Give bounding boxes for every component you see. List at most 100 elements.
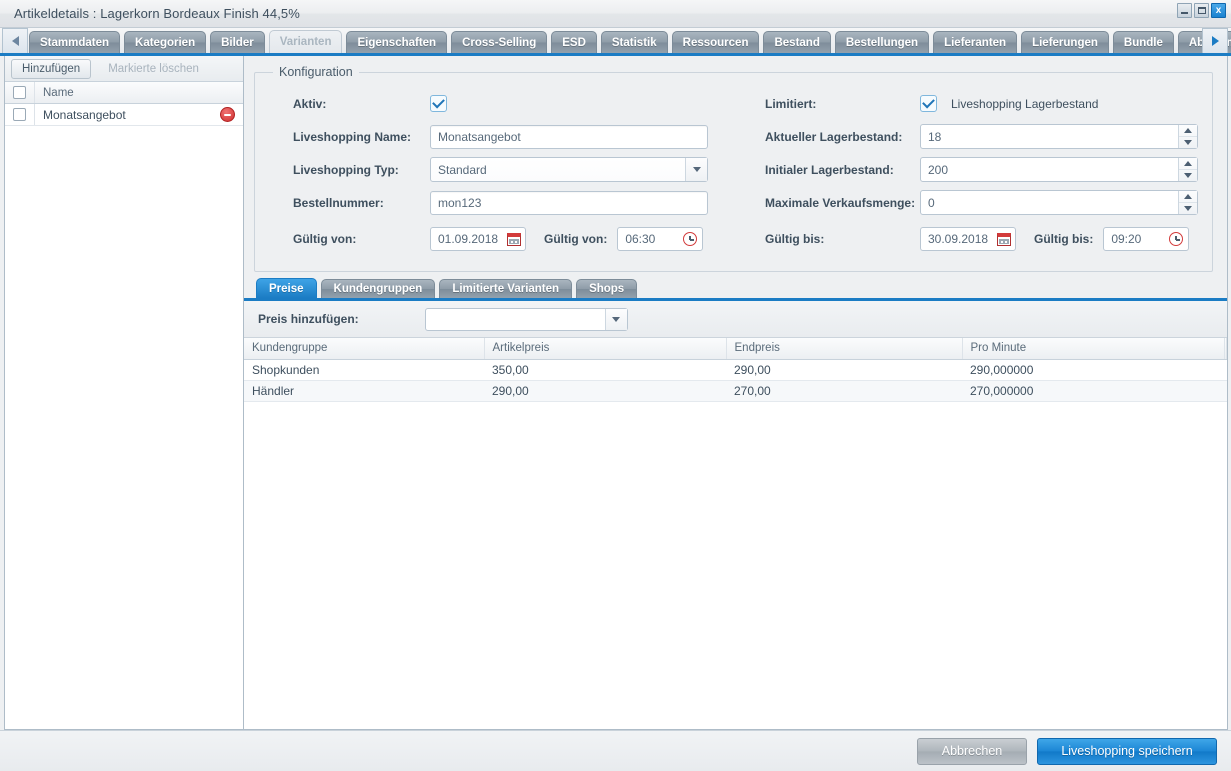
aktiv-checkbox[interactable]	[430, 95, 447, 112]
cell-pro-minute: 290,000000	[962, 359, 1224, 381]
delete-marked-button[interactable]: Markierte löschen	[97, 59, 210, 79]
label-initialer-lagerbestand: Initialer Lagerbestand:	[765, 162, 894, 177]
spinner-up-button[interactable]	[1179, 158, 1197, 170]
spinner-down-button[interactable]	[1179, 170, 1197, 182]
subtab-shops[interactable]: Shops	[576, 279, 638, 298]
tab-ressourcen[interactable]: Ressourcen	[671, 31, 760, 53]
label-gueltig-bis-date: Gültig bis:	[765, 232, 825, 246]
tab-stammdaten[interactable]: Stammdaten	[29, 31, 121, 53]
add-button[interactable]: Hinzufügen	[11, 58, 92, 79]
close-button[interactable]: x	[1211, 3, 1226, 18]
row-checkbox[interactable]	[13, 108, 26, 121]
chevron-down-icon	[612, 316, 621, 322]
calendar-icon[interactable]	[507, 232, 521, 246]
tab-varianten[interactable]: Varianten	[268, 30, 343, 53]
tab-scroll-right-button[interactable]	[1202, 28, 1228, 53]
tab-lieferanten[interactable]: Lieferanten	[933, 31, 1018, 53]
select-all-checkbox[interactable]	[13, 86, 26, 99]
initialer-lagerbestand-stepper[interactable]: 200	[920, 157, 1198, 182]
initialer-lagerbestand-value: 200	[928, 162, 949, 177]
triangle-up-icon	[1184, 193, 1192, 199]
delete-row-icon[interactable]	[220, 107, 235, 122]
subtab-kundengruppen[interactable]: Kundengruppen	[320, 279, 436, 298]
tab-eigenschaften[interactable]: Eigenschaften	[346, 31, 448, 53]
spinner-up-button[interactable]	[1179, 191, 1197, 203]
column-header-artikelpreis[interactable]: Artikelpreis	[484, 338, 727, 360]
save-button[interactable]: Liveshopping speichern	[1037, 737, 1217, 765]
table-row[interactable]: Händler 290,00 270,00 270,000000	[244, 380, 1227, 402]
price-table-header-row: Kundengruppe Artikelpreis Endpreis Pro M…	[244, 338, 1227, 360]
cell-actions	[1224, 359, 1227, 381]
chevron-down-icon	[692, 167, 701, 172]
preis-hinzufuegen-select[interactable]	[424, 307, 628, 331]
column-header-kundengruppe[interactable]: Kundengruppe	[244, 338, 485, 360]
configuration-form: Aktiv: Liveshopping Name: Monatsangebot …	[265, 87, 1202, 255]
preis-hinzufuegen-dropdown-button[interactable]	[604, 308, 627, 330]
label-liveshopping-typ: Liveshopping Typ:	[293, 162, 399, 177]
column-header-endpreis[interactable]: Endpreis	[726, 338, 963, 360]
gueltig-bis-date-input[interactable]: 30.09.2018	[920, 227, 1016, 251]
price-toolbar: Preis hinzufügen:	[244, 301, 1227, 338]
label-liveshopping-name: Liveshopping Name:	[293, 129, 412, 144]
liveshopping-typ-dropdown-button[interactable]	[685, 158, 707, 181]
tab-bestellungen[interactable]: Bestellungen	[834, 31, 930, 53]
tab-lieferungen[interactable]: Lieferungen	[1021, 31, 1109, 53]
label-maximale-verkaufsmenge: Maximale Verkaufsmenge:	[765, 195, 916, 210]
liveshopping-typ-select[interactable]: Standard	[430, 157, 708, 182]
configuration-area: Konfiguration Aktiv: Liveshopping Name: …	[244, 56, 1227, 280]
tab-bilder[interactable]: Bilder	[210, 31, 265, 53]
arrow-right-icon	[1211, 36, 1219, 46]
cell-endpreis: 270,00	[726, 380, 962, 402]
label-gueltig-bis-time: Gültig bis:	[1034, 232, 1094, 246]
label-gueltig-von-date: Gültig von:	[293, 232, 357, 246]
main-tabs: Stammdaten Kategorien Bilder Varianten E…	[29, 28, 1231, 53]
label-gueltig-von-time: Gültig von:	[544, 232, 608, 246]
column-header-name: Name	[43, 86, 74, 99]
table-row[interactable]: Shopkunden 350,00 290,00 290,000000	[244, 359, 1227, 381]
tab-bundle[interactable]: Bundle	[1112, 31, 1174, 53]
gueltig-bis-time-input[interactable]: 09:20	[1103, 227, 1190, 251]
maximize-icon	[1197, 7, 1206, 14]
cancel-button[interactable]: Abbrechen	[917, 737, 1027, 765]
variants-grid-header: Name	[5, 82, 243, 104]
list-item-label: Monatsangebot	[43, 107, 126, 122]
row-select-cell[interactable]	[5, 104, 35, 125]
tab-statistik[interactable]: Statistik	[600, 31, 668, 53]
tab-scroll-left-button[interactable]	[2, 28, 28, 53]
maximize-button[interactable]	[1194, 3, 1209, 18]
gueltig-von-time-input[interactable]: 06:30	[617, 227, 704, 251]
tab-cross-selling[interactable]: Cross-Selling	[451, 31, 548, 53]
liveshopping-typ-value: Standard	[438, 162, 487, 177]
tab-kategorien[interactable]: Kategorien	[124, 31, 207, 53]
maximale-verkaufsmenge-stepper[interactable]: 0	[920, 190, 1198, 215]
spinner-up-button[interactable]	[1179, 125, 1197, 137]
limitiert-checkbox[interactable]	[920, 95, 937, 112]
window-body: Hinzufügen Markierte löschen Name Monats…	[0, 56, 1231, 730]
variants-list-empty-area	[5, 126, 243, 729]
list-item[interactable]: Monatsangebot	[5, 104, 243, 126]
cell-pro-minute: 270,000000	[962, 380, 1224, 402]
minimize-button[interactable]	[1177, 3, 1192, 18]
initialer-lagerbestand-spin-buttons	[1178, 158, 1197, 181]
cell-endpreis: 290,00	[726, 359, 962, 381]
subtab-preise[interactable]: Preise	[256, 278, 317, 298]
bestellnummer-input[interactable]: mon123	[430, 190, 708, 215]
aktueller-lagerbestand-stepper[interactable]: 18	[920, 124, 1198, 149]
spinner-down-button[interactable]	[1179, 137, 1197, 149]
tab-esd[interactable]: ESD	[551, 31, 597, 53]
cell-artikelpreis: 290,00	[484, 380, 726, 402]
liveshopping-name-input[interactable]: Monatsangebot	[430, 124, 708, 149]
spinner-down-button[interactable]	[1179, 203, 1197, 215]
gueltig-von-date-input[interactable]: 01.09.2018	[430, 227, 526, 251]
select-all-cell[interactable]	[5, 82, 35, 103]
maximale-verkaufsmenge-value: 0	[928, 195, 935, 210]
variants-toolbar: Hinzufügen Markierte löschen	[5, 56, 243, 82]
calendar-icon[interactable]	[997, 232, 1011, 246]
column-header-pro-minute[interactable]: Pro Minute	[962, 338, 1225, 360]
cell-artikelpreis: 350,00	[484, 359, 726, 381]
subtab-limitierte-varianten[interactable]: Limitierte Varianten	[439, 279, 573, 298]
clock-icon[interactable]	[1169, 232, 1184, 246]
field-gueltig-bis: Gültig bis: 30.09.2018 Gültig bis: 09:20	[765, 219, 1202, 255]
clock-icon[interactable]	[683, 232, 698, 246]
tab-bestand[interactable]: Bestand	[763, 31, 831, 53]
